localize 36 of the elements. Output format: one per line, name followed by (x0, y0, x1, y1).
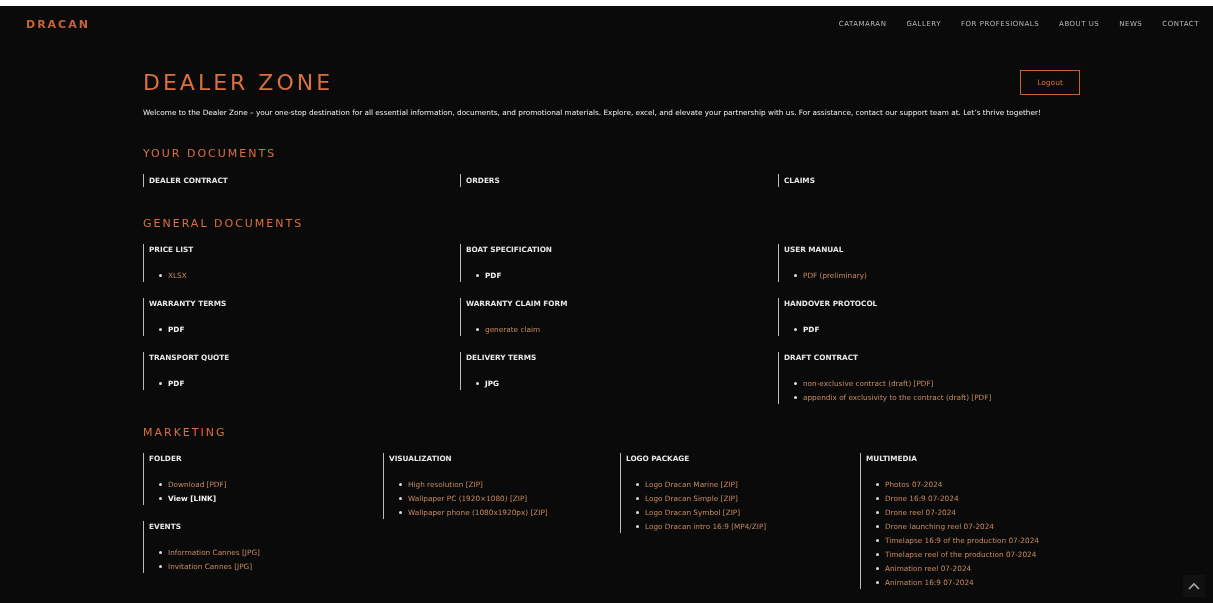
bullet-icon (159, 564, 162, 568)
bullet-icon (636, 510, 639, 514)
bullet-icon (159, 482, 162, 486)
bullet-icon (399, 482, 402, 486)
bullet-icon (876, 538, 879, 542)
bullet-icon (876, 552, 879, 556)
bullet-icon (794, 395, 797, 399)
scroll-top-button[interactable] (1183, 575, 1205, 597)
bullet-icon (159, 496, 162, 500)
section-heading: YOUR DOCUMENTS (143, 147, 278, 160)
bullet-icon (876, 524, 879, 528)
bullet-icon (794, 381, 797, 385)
bullet-icon (794, 327, 797, 331)
bullet-icon (876, 496, 879, 500)
logo[interactable]: DRACAN (26, 17, 90, 31)
bullet-icon (399, 510, 402, 514)
bullet-icon (876, 566, 879, 570)
bullet-icon (159, 381, 162, 385)
bullet-icon (159, 327, 162, 331)
bullet-icon (794, 273, 797, 277)
section-heading: GENERAL DOCUMENTS (143, 217, 305, 230)
chevron-up-icon (1188, 582, 1200, 590)
bullet-icon (476, 273, 479, 277)
bullet-icon (636, 524, 639, 528)
bullet-icon (159, 273, 162, 277)
bullet-icon (399, 496, 402, 500)
section-heading: MARKETING (143, 426, 228, 439)
bullet-icon (476, 381, 479, 385)
bullet-icon (876, 580, 879, 584)
bullet-icon (876, 510, 879, 514)
bullet-icon (476, 327, 479, 331)
page-title: DEALER ZONE (143, 69, 334, 95)
bullet-icon (159, 550, 162, 554)
bullet-icon (876, 482, 879, 486)
bullet-icon (636, 496, 639, 500)
bullet-icon (636, 482, 639, 486)
